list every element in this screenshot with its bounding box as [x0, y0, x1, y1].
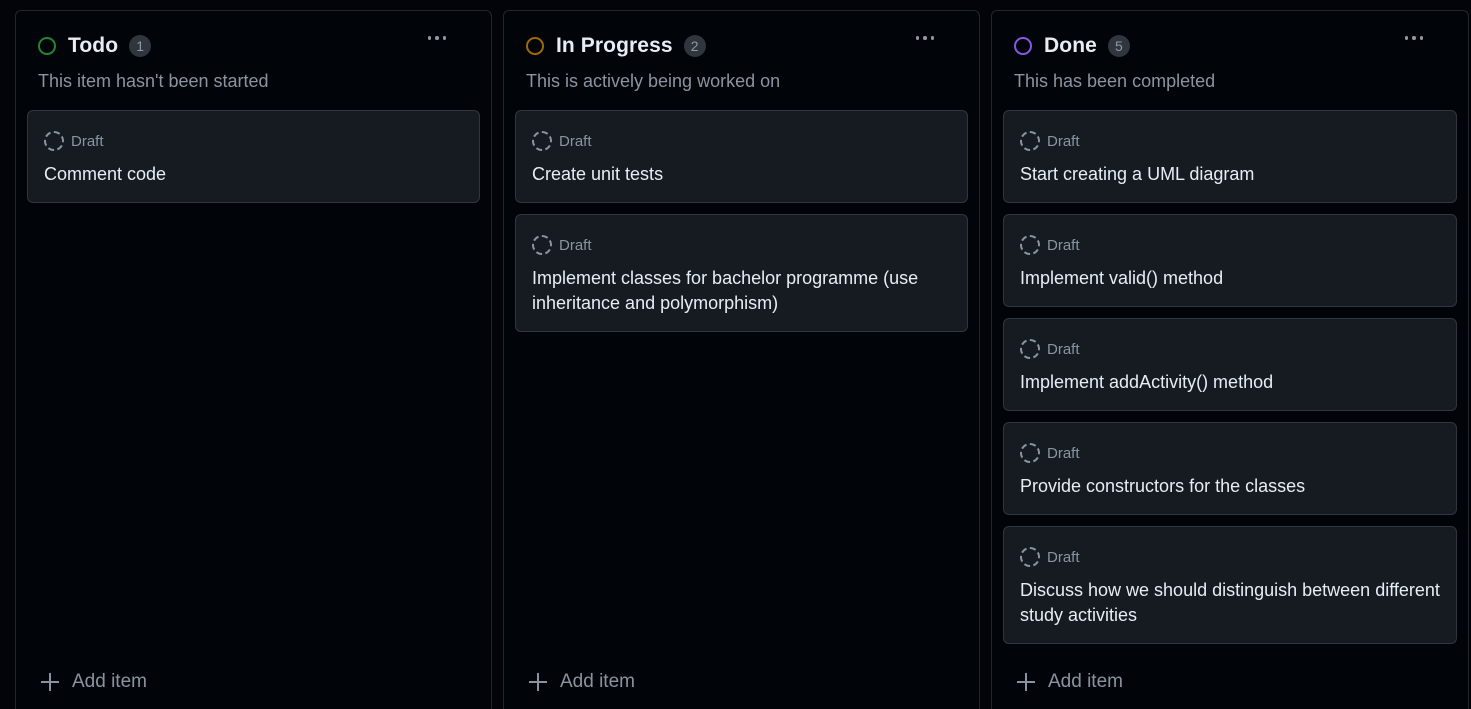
- column-menu-button[interactable]: [421, 25, 453, 51]
- column-done: Done 5 This has been completed Draft Sta…: [991, 10, 1469, 709]
- draft-label: Draft: [1047, 444, 1080, 462]
- card-title[interactable]: Discuss how we should distinguish betwee…: [1020, 578, 1440, 628]
- column-header: Todo 1: [38, 33, 479, 59]
- column-in-progress: In Progress 2 This is actively being wor…: [503, 10, 980, 709]
- column-todo: Todo 1 This item hasn't been started Dra…: [15, 10, 492, 709]
- card-title[interactable]: Implement addActivity() method: [1020, 370, 1440, 395]
- card-meta: Draft: [1020, 130, 1440, 152]
- card-meta: Draft: [1020, 234, 1440, 256]
- card-title[interactable]: Implement classes for bachelor programme…: [532, 266, 951, 316]
- kebab-horizontal-icon: [1404, 36, 1424, 40]
- plus-icon: [40, 672, 60, 692]
- draft-label: Draft: [71, 132, 104, 150]
- card-constructors[interactable]: Draft Provide constructors for the class…: [1003, 422, 1457, 515]
- column-title: Todo: [68, 34, 119, 57]
- draft-label: Draft: [559, 236, 592, 254]
- card-list: Draft Comment code: [27, 110, 480, 214]
- card-list: Draft Create unit tests Draft Implement …: [515, 110, 968, 343]
- card-title[interactable]: Create unit tests: [532, 162, 951, 187]
- card-meta: Draft: [1020, 546, 1440, 568]
- card-comment-code[interactable]: Draft Comment code: [27, 110, 480, 203]
- column-title: Done: [1044, 34, 1097, 57]
- kebab-horizontal-icon: [915, 36, 935, 40]
- item-count-badge: 5: [1107, 35, 1130, 57]
- column-header: In Progress 2: [526, 33, 967, 59]
- card-meta: Draft: [44, 130, 463, 152]
- plus-icon: [528, 672, 548, 692]
- card-create-unit-tests[interactable]: Draft Create unit tests: [515, 110, 968, 203]
- card-meta: Draft: [532, 130, 951, 152]
- status-circle-icon: [526, 37, 544, 55]
- column-description: This is actively being worked on: [526, 71, 781, 91]
- card-meta: Draft: [532, 234, 951, 256]
- draft-label: Draft: [1047, 340, 1080, 358]
- item-count-badge: 1: [129, 35, 152, 57]
- column-menu-button[interactable]: [909, 25, 941, 51]
- column-description: This has been completed: [1014, 71, 1216, 91]
- add-item-button[interactable]: Add item: [1016, 671, 1123, 693]
- card-list: Draft Start creating a UML diagram Draft…: [1003, 110, 1457, 655]
- card-study-activities[interactable]: Draft Discuss how we should distinguish …: [1003, 526, 1457, 644]
- card-title[interactable]: Implement valid() method: [1020, 266, 1440, 291]
- draft-issue-icon: [1020, 131, 1040, 151]
- draft-label: Draft: [1047, 548, 1080, 566]
- draft-label: Draft: [1047, 132, 1080, 150]
- draft-issue-icon: [532, 235, 552, 255]
- card-valid-method[interactable]: Draft Implement valid() method: [1003, 214, 1457, 307]
- item-count-badge: 2: [683, 35, 706, 57]
- add-item-label: Add item: [560, 671, 635, 692]
- draft-label: Draft: [559, 132, 592, 150]
- card-uml-diagram[interactable]: Draft Start creating a UML diagram: [1003, 110, 1457, 203]
- draft-label: Draft: [1047, 236, 1080, 254]
- column-menu-button[interactable]: [1398, 25, 1430, 51]
- draft-issue-icon: [1020, 339, 1040, 359]
- draft-issue-icon: [1020, 547, 1040, 567]
- draft-issue-icon: [532, 131, 552, 151]
- plus-icon: [1016, 672, 1036, 692]
- column-title: In Progress: [556, 34, 673, 57]
- draft-issue-icon: [1020, 235, 1040, 255]
- card-implement-classes[interactable]: Draft Implement classes for bachelor pro…: [515, 214, 968, 332]
- add-item-button[interactable]: Add item: [528, 671, 635, 693]
- card-title[interactable]: Start creating a UML diagram: [1020, 162, 1440, 187]
- project-board: Todo 1 This item hasn't been started Dra…: [0, 0, 1471, 709]
- add-item-button[interactable]: Add item: [40, 671, 147, 693]
- card-title[interactable]: Comment code: [44, 162, 463, 187]
- status-circle-icon: [1014, 37, 1032, 55]
- kebab-horizontal-icon: [427, 36, 447, 40]
- column-description: This item hasn't been started: [38, 71, 269, 91]
- card-add-activity-method[interactable]: Draft Implement addActivity() method: [1003, 318, 1457, 411]
- draft-issue-icon: [1020, 443, 1040, 463]
- draft-issue-icon: [44, 131, 64, 151]
- add-item-label: Add item: [72, 671, 147, 692]
- card-meta: Draft: [1020, 442, 1440, 464]
- add-item-label: Add item: [1048, 671, 1123, 692]
- card-title[interactable]: Provide constructors for the classes: [1020, 474, 1440, 499]
- status-circle-icon: [38, 37, 56, 55]
- column-header: Done 5: [1014, 33, 1456, 59]
- card-meta: Draft: [1020, 338, 1440, 360]
